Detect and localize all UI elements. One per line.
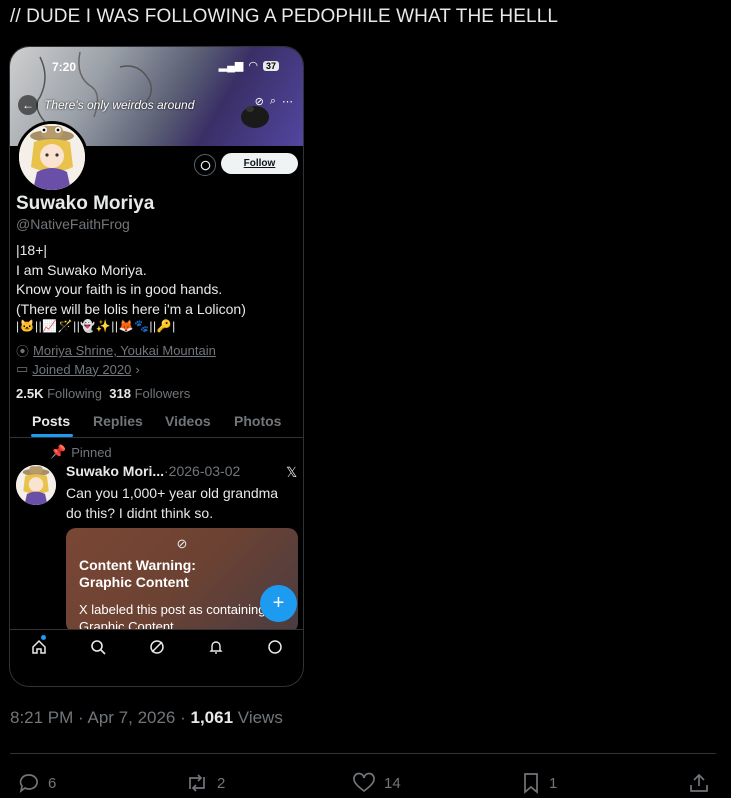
tweet-avatar-image (16, 465, 56, 505)
views-label: Views (237, 708, 283, 727)
like-count: 14 (384, 774, 401, 792)
reply-count: 6 (48, 774, 57, 792)
repost-count: 2 (217, 774, 226, 792)
profile-tabs: Posts Replies Videos Photos (10, 409, 303, 438)
views-count: 1,061 (190, 708, 234, 727)
messages-icon[interactable] (266, 638, 284, 656)
tab-replies[interactable]: Replies (93, 413, 143, 429)
banner-caption: There's only weirdos around (44, 98, 195, 112)
message-icon (200, 160, 210, 170)
repost-icon (189, 774, 205, 792)
avatar[interactable] (16, 121, 88, 193)
bio-line: Know your faith is in good hands. (16, 281, 223, 297)
post-date[interactable]: Apr 7, 2026 (87, 708, 175, 727)
bookmark-button[interactable]: 1 (521, 772, 557, 794)
tweet-date[interactable]: ·2026-03-02 (164, 463, 240, 479)
heart-icon (353, 772, 375, 793)
divider (10, 753, 716, 754)
tab-videos[interactable]: Videos (165, 413, 211, 429)
tweet-author[interactable]: Suwako Mori... (66, 463, 164, 479)
pinned-indicator: 📌 Pinned (50, 444, 112, 460)
like-button[interactable]: 14 (352, 772, 401, 794)
profile-name: Suwako Moriya (16, 193, 155, 214)
eye-slash-icon: ⊘ (176, 536, 188, 551)
profile-bio: |18+| I am Suwako Moriya. Know your fait… (16, 241, 246, 319)
bio-line: |18+| (16, 242, 48, 258)
tweet-text: Can you 1,000+ year old grandma do this?… (66, 485, 279, 521)
profile-handle: @NativeFaithFrog (16, 216, 130, 232)
tweet-avatar[interactable] (16, 465, 56, 505)
bio-line: (There will be lolis here i'm a Lolicon) (16, 300, 246, 317)
follow-button[interactable]: Follow (221, 153, 298, 174)
share-icon (690, 773, 708, 792)
content-warning-card[interactable]: ⊘ Content Warning: Graphic Content X lab… (66, 528, 298, 633)
profile-location: ⦿ Moriya Shrine, Youkai Mountain (16, 341, 216, 360)
x-logo-icon: 𝕏 (286, 464, 298, 480)
location-icon: ⦿ (16, 344, 30, 359)
topbar-actions: ⊘ ⌕ ⋯ (255, 95, 293, 108)
bookmark-icon (524, 773, 538, 794)
pin-icon: 📌 (50, 444, 67, 459)
share-button[interactable] (688, 772, 710, 794)
chevron-right-icon: › (135, 361, 140, 377)
post-timestamp: 8:21 PM · Apr 7, 2026 · 1,061 Views (10, 708, 283, 727)
back-arrow-icon[interactable]: ← (18, 95, 38, 115)
reply-button[interactable]: 6 (18, 772, 56, 794)
screenshot-image[interactable]: 7:20 ▂▄▆ ◠ 37 ← There's only weirdos aro… (9, 46, 304, 687)
search-icon[interactable] (89, 638, 107, 656)
joined-link[interactable]: Joined May 2020 (32, 362, 131, 377)
following-label[interactable]: Following (47, 386, 102, 401)
plus-icon: + (272, 592, 285, 614)
home-icon[interactable] (30, 638, 48, 656)
notification-dot (41, 635, 46, 640)
bottom-nav (10, 629, 303, 664)
following-count[interactable]: 2.5K (16, 386, 43, 401)
active-tab-indicator (31, 434, 73, 437)
tab-posts[interactable]: Posts (32, 413, 70, 429)
post-time[interactable]: 8:21 PM (10, 708, 73, 727)
followers-label[interactable]: Followers (135, 386, 191, 401)
calendar-icon: ▭ (16, 361, 29, 376)
reply-icon (19, 774, 38, 794)
profile-joined: ▭ Joined May 2020 › (16, 361, 140, 377)
pinned-label: Pinned (71, 444, 112, 460)
more-icon[interactable]: ⋯ (282, 95, 293, 108)
status-bar-icons: ▂▄▆ ◠ 37 (219, 59, 279, 72)
status-bar-time: 7:20 (52, 60, 77, 74)
follow-stats: 2.5K Following 318 Followers (16, 386, 190, 401)
bookmark-count: 1 (549, 774, 558, 792)
tweet-header: Suwako Mori...·2026-03-02 (66, 463, 240, 479)
tab-photos[interactable]: Photos (234, 413, 281, 429)
followers-count[interactable]: 318 (109, 386, 131, 401)
grok-icon[interactable]: ⊘ (255, 95, 264, 108)
wifi-icon: ◠ (248, 60, 258, 72)
profile-topbar: ← There's only weirdos around ⊘ ⌕ ⋯ (18, 93, 295, 117)
bio-emoji-row: |🐱||📈🪄||👻✨||🦊🐾||🔑| (16, 319, 176, 333)
compose-fab-button[interactable]: + (260, 585, 297, 622)
bio-line: I am Suwako Moriya. (16, 261, 147, 278)
post-text: // DUDE I WAS FOLLOWING A PEDOPHILE WHAT… (10, 6, 559, 27)
search-icon[interactable]: ⌕ (270, 95, 276, 108)
signal-icon: ▂▄▆ (218, 60, 244, 72)
message-button[interactable] (194, 154, 216, 176)
content-warning-title: Content Warning: Graphic Content (79, 557, 196, 590)
bell-icon[interactable] (207, 638, 225, 656)
grok-icon[interactable] (148, 638, 166, 656)
avatar-image (19, 124, 85, 190)
location-link[interactable]: Moriya Shrine, Youkai Mountain (33, 343, 216, 358)
battery-icon: 37 (262, 60, 279, 71)
repost-button[interactable]: 2 (185, 772, 225, 794)
